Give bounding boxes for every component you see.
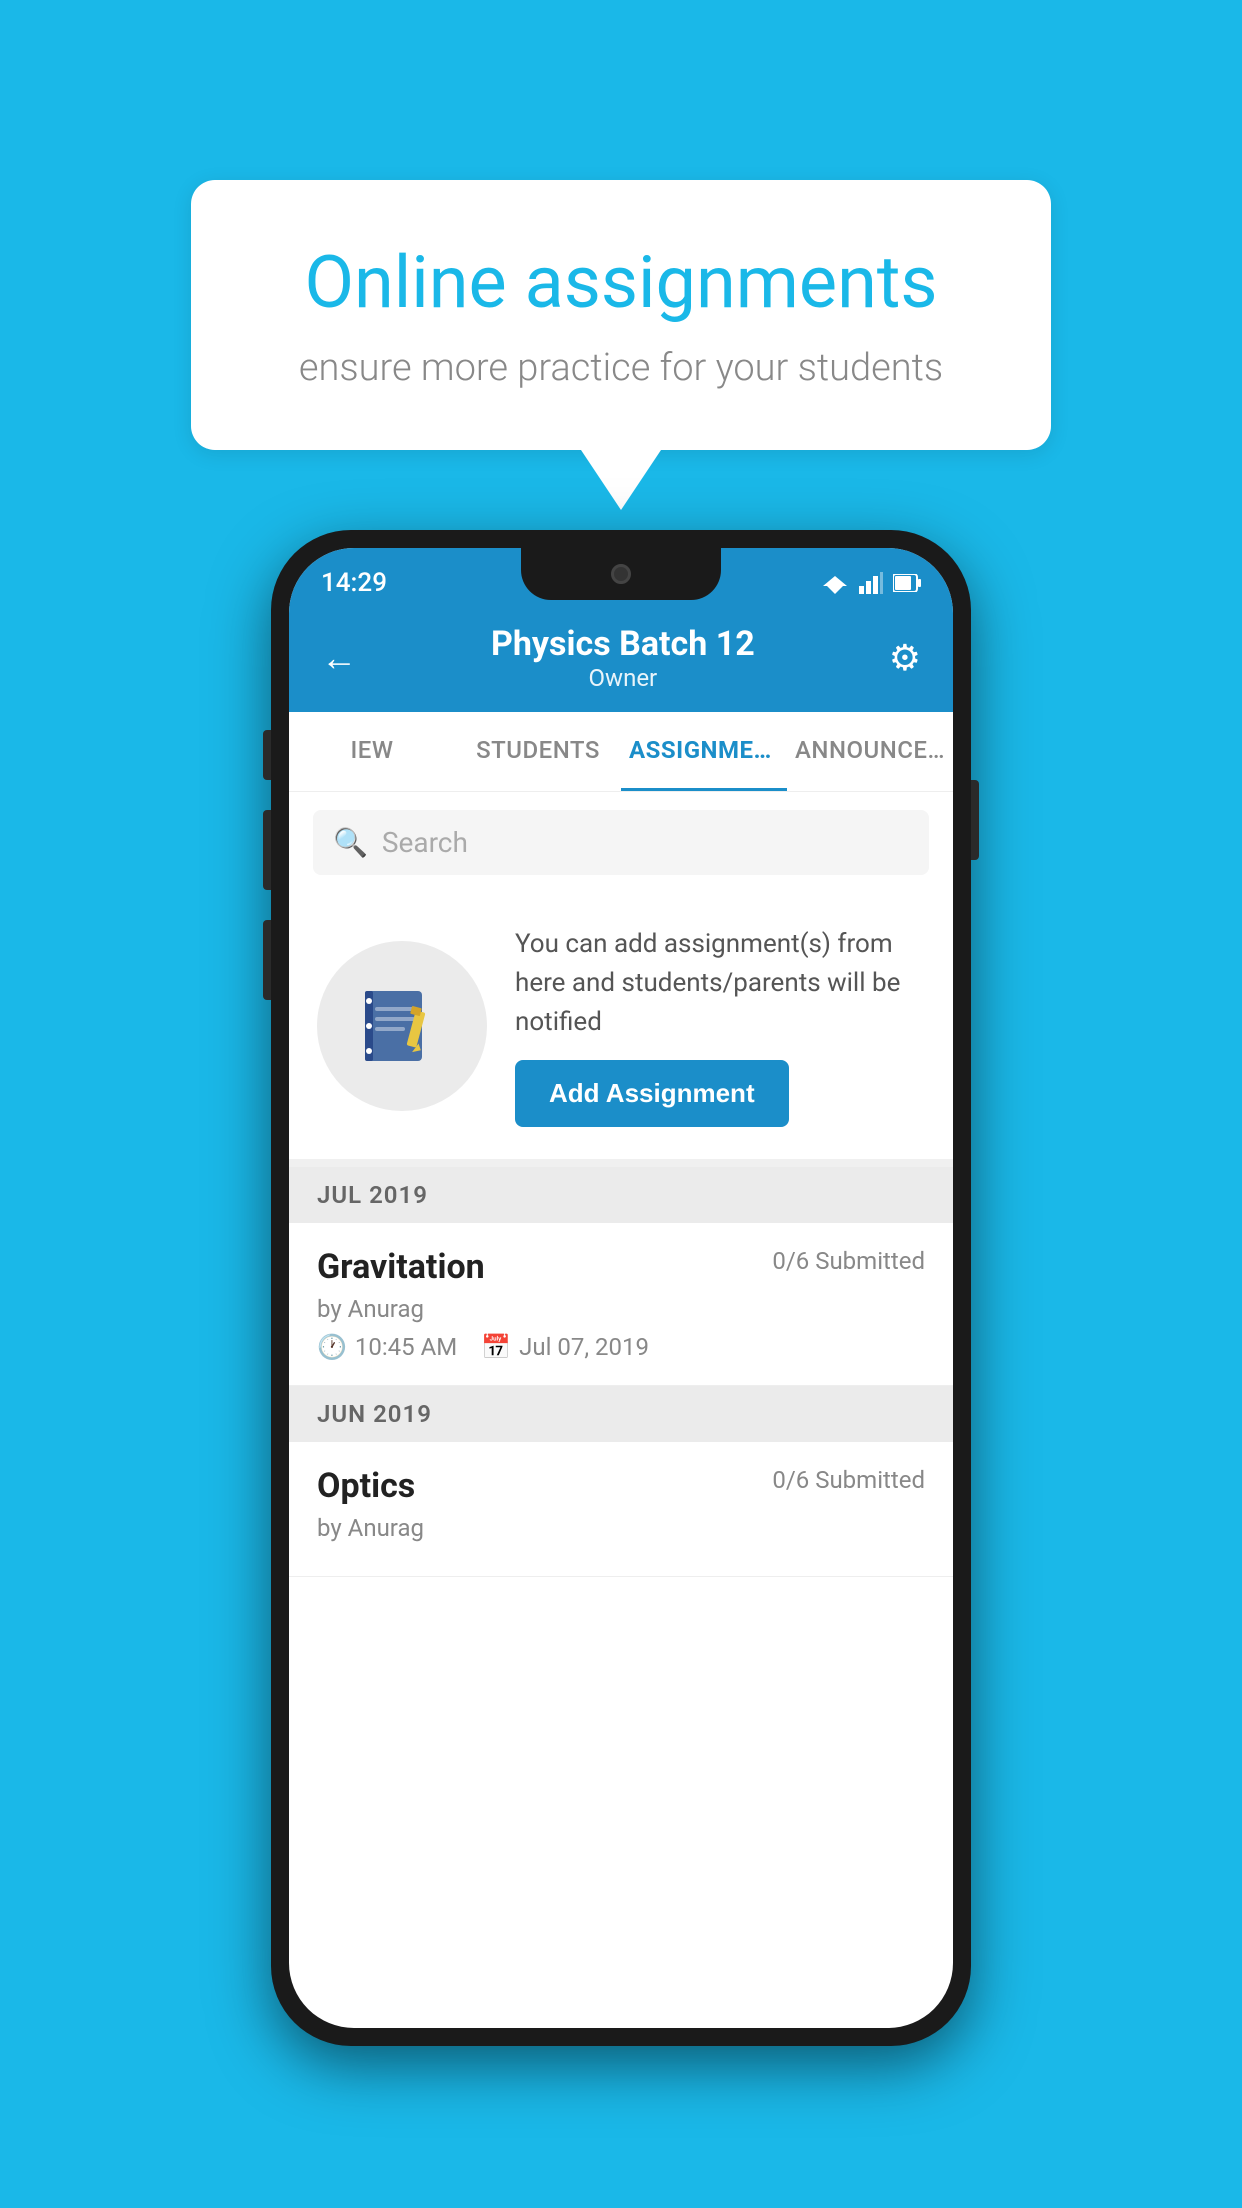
assignment-icon-circle — [317, 941, 487, 1111]
clock-icon: 🕐 — [317, 1333, 347, 1361]
signal-icon — [859, 572, 883, 594]
add-assignment-button[interactable]: Add Assignment — [515, 1060, 789, 1127]
phone-screen: 14:29 — [289, 548, 953, 2028]
search-placeholder: Search — [382, 826, 468, 859]
settings-icon[interactable]: ⚙ — [889, 637, 921, 679]
search-icon: 🔍 — [333, 826, 368, 859]
volume-down-button — [263, 920, 271, 1000]
power-button — [971, 780, 979, 860]
assignment-gravitation-date: 📅 Jul 07, 2019 — [481, 1333, 649, 1361]
phone-mockup: 14:29 — [271, 530, 971, 2046]
tab-students[interactable]: STUDENTS — [455, 712, 621, 791]
status-icons — [821, 572, 921, 594]
header-title: Physics Batch 12 — [491, 624, 755, 664]
battery-icon — [893, 574, 921, 592]
assignment-optics-name: Optics — [317, 1466, 415, 1506]
calendar-icon: 📅 — [481, 1333, 511, 1361]
assignment-gravitation-by: by Anurag — [317, 1295, 925, 1323]
assignment-item-gravitation[interactable]: Gravitation 0/6 Submitted by Anurag 🕐 10… — [289, 1223, 953, 1386]
header-subtitle: Owner — [491, 664, 755, 692]
speech-bubble-subtitle: ensure more practice for your students — [261, 346, 981, 390]
assignment-optics-submitted: 0/6 Submitted — [772, 1466, 925, 1494]
app-header: ← Physics Batch 12 Owner ⚙ — [289, 608, 953, 712]
header-title-area: Physics Batch 12 Owner — [491, 624, 755, 692]
assignment-text-area: You can add assignment(s) from here and … — [515, 925, 925, 1127]
assignment-optics-by: by Anurag — [317, 1514, 925, 1542]
tab-overview[interactable]: IEW — [289, 712, 455, 791]
speech-bubble-section: Online assignments ensure more practice … — [191, 180, 1051, 510]
wifi-icon — [821, 572, 849, 594]
section-header-jul: JUL 2019 — [289, 1167, 953, 1223]
assignment-gravitation-time: 🕐 10:45 AM — [317, 1333, 457, 1361]
back-button[interactable]: ← — [321, 637, 357, 679]
assignment-gravitation-meta: 🕐 10:45 AM 📅 Jul 07, 2019 — [317, 1333, 925, 1361]
front-camera — [611, 564, 631, 584]
tab-announcements[interactable]: ANNOUNCEM... — [787, 712, 953, 791]
tab-assignments[interactable]: ASSIGNMENTS — [621, 712, 787, 791]
mute-button — [263, 730, 271, 780]
assignment-item-optics[interactable]: Optics 0/6 Submitted by Anurag — [289, 1442, 953, 1577]
speech-bubble-arrow — [581, 450, 661, 510]
notebook-icon — [357, 981, 447, 1071]
add-assignment-promo: You can add assignment(s) from here and … — [289, 893, 953, 1167]
speech-bubble: Online assignments ensure more practice … — [191, 180, 1051, 450]
assignment-gravitation-header: Gravitation 0/6 Submitted — [317, 1247, 925, 1287]
speech-bubble-title: Online assignments — [261, 240, 981, 326]
assignment-gravitation-submitted: 0/6 Submitted — [772, 1247, 925, 1275]
search-section: 🔍 Search — [289, 792, 953, 893]
phone-notch — [521, 548, 721, 600]
assignment-optics-header: Optics 0/6 Submitted — [317, 1466, 925, 1506]
status-time: 14:29 — [321, 568, 387, 598]
volume-up-button — [263, 810, 271, 890]
phone-outer: 14:29 — [271, 530, 971, 2046]
search-bar[interactable]: 🔍 Search — [313, 810, 929, 875]
section-header-jun: JUN 2019 — [289, 1386, 953, 1442]
tabs-bar: IEW STUDENTS ASSIGNMENTS ANNOUNCEM... — [289, 712, 953, 792]
assignment-description: You can add assignment(s) from here and … — [515, 925, 925, 1042]
assignment-gravitation-name: Gravitation — [317, 1247, 485, 1287]
assignment-gravitation-time-text: 10:45 AM — [355, 1333, 457, 1361]
assignment-gravitation-date-text: Jul 07, 2019 — [519, 1333, 649, 1361]
